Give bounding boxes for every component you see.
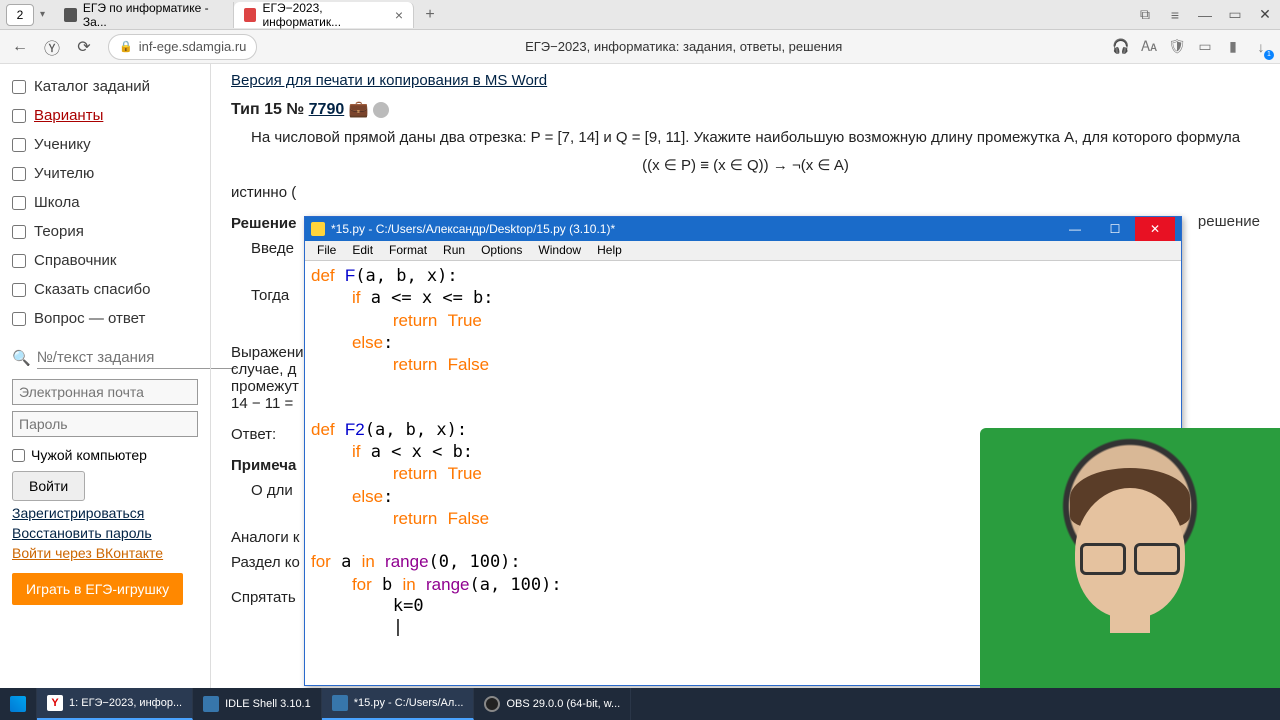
reload-button[interactable]: ⟳ [72, 35, 96, 59]
webcam-overlay [980, 428, 1280, 688]
solution-link[interactable]: решение [1198, 213, 1260, 230]
tab-counter[interactable]: 2 [6, 4, 34, 26]
vk-login-link[interactable]: Войти через ВКонтакте [12, 545, 198, 561]
start-button[interactable] [0, 688, 37, 720]
checkbox[interactable] [12, 254, 26, 268]
sidebar-item-thanks[interactable]: Сказать спасибо [12, 275, 198, 304]
tab-dropdown-icon[interactable]: ▾ [40, 9, 54, 20]
sidebar-item-variants[interactable]: Варианты [12, 101, 198, 130]
taskbar-item-idle-file[interactable]: *15.py - C:/Users/Ал... [322, 688, 475, 720]
maximize-button[interactable]: ☐ [1095, 217, 1135, 241]
menu-window[interactable]: Window [532, 241, 587, 260]
minimize-button[interactable]: — [1055, 217, 1095, 241]
menu-options[interactable]: Options [475, 241, 528, 260]
checkbox[interactable] [12, 196, 26, 210]
bookmark-icon[interactable]: ▮ [1222, 36, 1244, 58]
checkbox[interactable] [12, 80, 26, 94]
search-input[interactable] [37, 347, 236, 369]
menu-run[interactable]: Run [437, 241, 471, 260]
sidebar: Каталог заданий Варианты Ученику Учителю… [0, 64, 210, 688]
sidebar-item-reference[interactable]: Справочник [12, 246, 198, 275]
python-icon [311, 222, 325, 236]
taskbar-item-obs[interactable]: OBS 29.0.0 (64-bit, w... [474, 688, 631, 720]
sidebar-item-teacher[interactable]: Учителю [12, 159, 198, 188]
taskbar-item-idle-shell[interactable]: IDLE Shell 3.10.1 [193, 688, 322, 720]
headphones-icon[interactable]: 🎧 [1110, 36, 1132, 58]
menu-edit[interactable]: Edit [346, 241, 379, 260]
status-circle-icon [373, 102, 389, 118]
checkbox[interactable] [12, 312, 26, 326]
downloads-icon[interactable]: ↓1 [1250, 36, 1272, 58]
yandex-icon[interactable]: Ⓨ [40, 35, 64, 59]
taskbar: Y1: ЕГЭ−2023, инфор... IDLE Shell 3.10.1… [0, 688, 1280, 720]
browser-toolbar: ← Ⓨ ⟳ 🔒 inf-ege.sdamgia.ru ЕГЭ−2023, инф… [0, 30, 1280, 64]
taskbar-item-browser[interactable]: Y1: ЕГЭ−2023, инфор... [37, 688, 193, 720]
new-tab-button[interactable]: + [418, 3, 442, 27]
shield-icon[interactable]: 🛡 [1166, 36, 1188, 58]
restore-link[interactable]: Восстановить пароль [12, 525, 198, 541]
url-text: inf-ege.sdamgia.ru [139, 39, 247, 54]
sidebar-item-catalog[interactable]: Каталог заданий [12, 72, 198, 101]
task-text: На числовой прямой даны два отрезка: P =… [251, 129, 1260, 146]
browser-tab-strip: 2 ▾ ЕГЭ по информатике - За... ЕГЭ−2023,… [0, 0, 1280, 30]
maximize-icon[interactable]: ▭ [1220, 0, 1250, 30]
python-icon [203, 696, 219, 712]
task-number-link[interactable]: 7790 [309, 101, 345, 118]
menu-format[interactable]: Format [383, 241, 433, 260]
formula: ((x ∈ P) ≡ (x ∈ Q)) → ¬(x ∈ A) [231, 156, 1260, 174]
python-icon [332, 695, 348, 711]
foreign-pc-checkbox[interactable] [12, 449, 25, 462]
briefcase-icon[interactable]: 💼 [349, 101, 369, 118]
sidebar-item-qa[interactable]: Вопрос — ответ [12, 304, 198, 333]
page-title: ЕГЭ−2023, информатика: задания, ответы, … [265, 39, 1102, 54]
checkbox[interactable] [12, 225, 26, 239]
checkbox[interactable] [12, 138, 26, 152]
tab-title: ЕГЭ по информатике - За... [83, 1, 223, 29]
close-icon[interactable]: ✕ [1250, 0, 1280, 30]
close-icon[interactable]: × [395, 7, 403, 23]
tab-1[interactable]: ЕГЭ по информатике - За... [54, 2, 234, 28]
download-badge: 1 [1264, 50, 1274, 60]
menu-help[interactable]: Help [591, 241, 628, 260]
print-link[interactable]: Версия для печати и копирования в MS Wor… [231, 72, 547, 89]
email-field[interactable] [12, 379, 198, 405]
checkbox[interactable] [12, 167, 26, 181]
minimize-icon[interactable]: — [1190, 0, 1220, 30]
task-header: Тип 15 № 7790 💼 [231, 99, 1260, 119]
translate-icon[interactable]: 🗛 [1138, 36, 1160, 58]
truth-text: истинно ( [231, 184, 1260, 201]
idle-title-text: *15.py - C:/Users/Александр/Desktop/15.p… [331, 222, 615, 236]
obs-icon [484, 696, 500, 712]
menu-icon[interactable]: ≡ [1160, 0, 1190, 30]
idle-titlebar[interactable]: *15.py - C:/Users/Александр/Desktop/15.p… [305, 217, 1181, 241]
lock-icon: 🔒 [119, 40, 133, 53]
collections-icon[interactable]: ▭ [1194, 36, 1216, 58]
play-game-button[interactable]: Играть в ЕГЭ-игрушку [12, 573, 183, 605]
favicon-icon [244, 8, 256, 22]
register-link[interactable]: Зарегистрироваться [12, 505, 198, 521]
address-bar[interactable]: 🔒 inf-ege.sdamgia.ru [108, 34, 257, 60]
windows-icon [10, 696, 26, 712]
back-button[interactable]: ← [8, 35, 32, 59]
checkbox[interactable] [12, 109, 26, 123]
tab-title: ЕГЭ−2023, информатик... [262, 1, 388, 29]
foreign-pc-label: Чужой компьютер [31, 447, 147, 463]
password-field[interactable] [12, 411, 198, 437]
idle-menubar: File Edit Format Run Options Window Help [305, 241, 1181, 261]
sidebar-item-student[interactable]: Ученику [12, 130, 198, 159]
search-icon: 🔍 [12, 349, 31, 367]
sidebar-item-theory[interactable]: Теория [12, 217, 198, 246]
favicon-icon [64, 8, 77, 22]
menu-file[interactable]: File [311, 241, 342, 260]
login-button[interactable]: Войти [12, 471, 85, 501]
close-button[interactable]: ✕ [1135, 217, 1175, 241]
tab-2[interactable]: ЕГЭ−2023, информатик... × [234, 2, 414, 28]
extensions-icon[interactable]: ⧉ [1130, 0, 1160, 30]
checkbox[interactable] [12, 283, 26, 297]
yandex-icon: Y [47, 695, 63, 711]
sidebar-item-school[interactable]: Школа [12, 188, 198, 217]
